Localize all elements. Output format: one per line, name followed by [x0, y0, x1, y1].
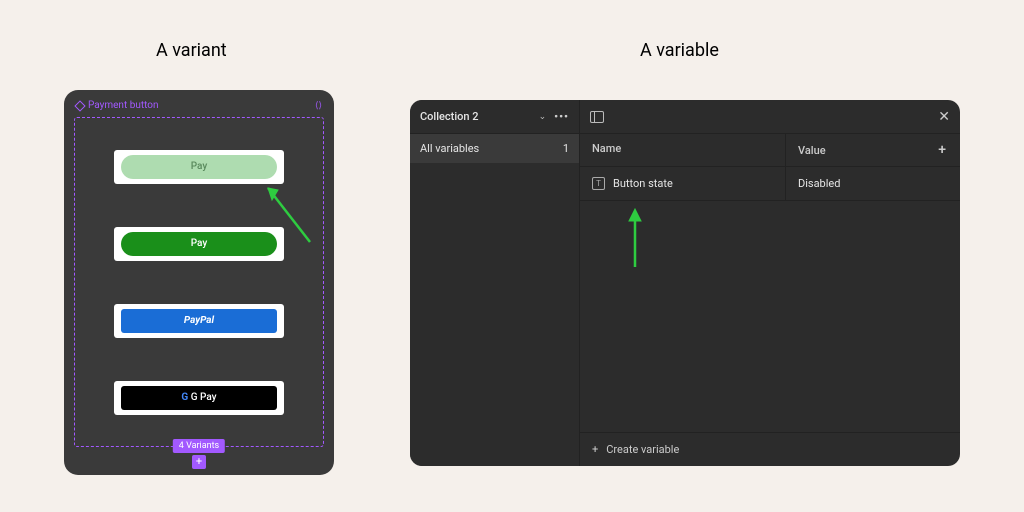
- sidebar-top: Collection 2 ⌄ •••: [410, 100, 579, 134]
- more-icon[interactable]: •••: [554, 110, 569, 123]
- component-code-icon: ⟨⟩: [315, 101, 322, 111]
- create-variable-button[interactable]: + Create variable: [580, 432, 960, 466]
- variables-toolbar: ✕: [580, 100, 960, 134]
- variants-count-badge: 4 Variants: [173, 439, 225, 453]
- column-header-name: Name: [580, 134, 785, 166]
- component-frame[interactable]: Pay Pay PayPal G G Pay: [74, 117, 324, 447]
- heading-variable: A variable: [640, 40, 719, 61]
- close-icon[interactable]: ✕: [938, 109, 950, 125]
- variant-panel: Payment button ⟨⟩ Pay Pay PayPal G G Pay…: [64, 90, 334, 475]
- annotation-arrow: [260, 180, 320, 250]
- sidebar-item-label: All variables: [420, 142, 479, 155]
- variable-name: Button state: [613, 177, 673, 190]
- collection-name: Collection 2: [420, 110, 478, 123]
- add-variant-button[interactable]: +: [192, 455, 206, 469]
- variant-button-gpay: G G Pay: [121, 386, 277, 410]
- variant-button-enabled: Pay: [121, 232, 277, 256]
- variant-button-paypal: PayPal: [121, 309, 277, 333]
- variable-name-cell[interactable]: T Button state: [580, 167, 785, 200]
- variables-sidebar: Collection 2 ⌄ ••• All variables 1: [410, 100, 580, 466]
- panel-layout-icon[interactable]: [590, 111, 604, 123]
- variable-value-cell[interactable]: Disabled: [785, 167, 960, 200]
- component-header: Payment button ⟨⟩: [74, 100, 324, 117]
- column-header-value: Value +: [785, 134, 960, 166]
- table-row[interactable]: T Button state Disabled: [580, 167, 960, 201]
- heading-variant: A variant: [156, 40, 227, 61]
- variant-slot[interactable]: Pay: [114, 150, 284, 184]
- variant-slot[interactable]: G G Pay: [114, 381, 284, 415]
- add-mode-icon[interactable]: +: [938, 142, 948, 158]
- variables-main: ✕ Name Value + T Button state Disabled +…: [580, 100, 960, 466]
- variable-type-icon: T: [592, 177, 605, 190]
- variant-button-disabled: Pay: [121, 155, 277, 179]
- chevron-down-icon: ⌄: [539, 112, 547, 122]
- sidebar-item-count: 1: [563, 142, 569, 155]
- component-icon: [74, 100, 85, 111]
- variant-slot[interactable]: Pay: [114, 227, 284, 261]
- collection-select[interactable]: Collection 2 ⌄: [420, 110, 546, 123]
- table-header-row: Name Value +: [580, 134, 960, 167]
- component-name: Payment button: [88, 100, 159, 111]
- variables-panel: Collection 2 ⌄ ••• All variables 1 ✕ Nam…: [410, 100, 960, 466]
- annotation-arrow: [620, 205, 650, 275]
- variant-slot[interactable]: PayPal: [114, 304, 284, 338]
- create-variable-label: Create variable: [606, 443, 679, 456]
- plus-icon: +: [592, 443, 598, 456]
- sidebar-item-all-variables[interactable]: All variables 1: [410, 134, 579, 163]
